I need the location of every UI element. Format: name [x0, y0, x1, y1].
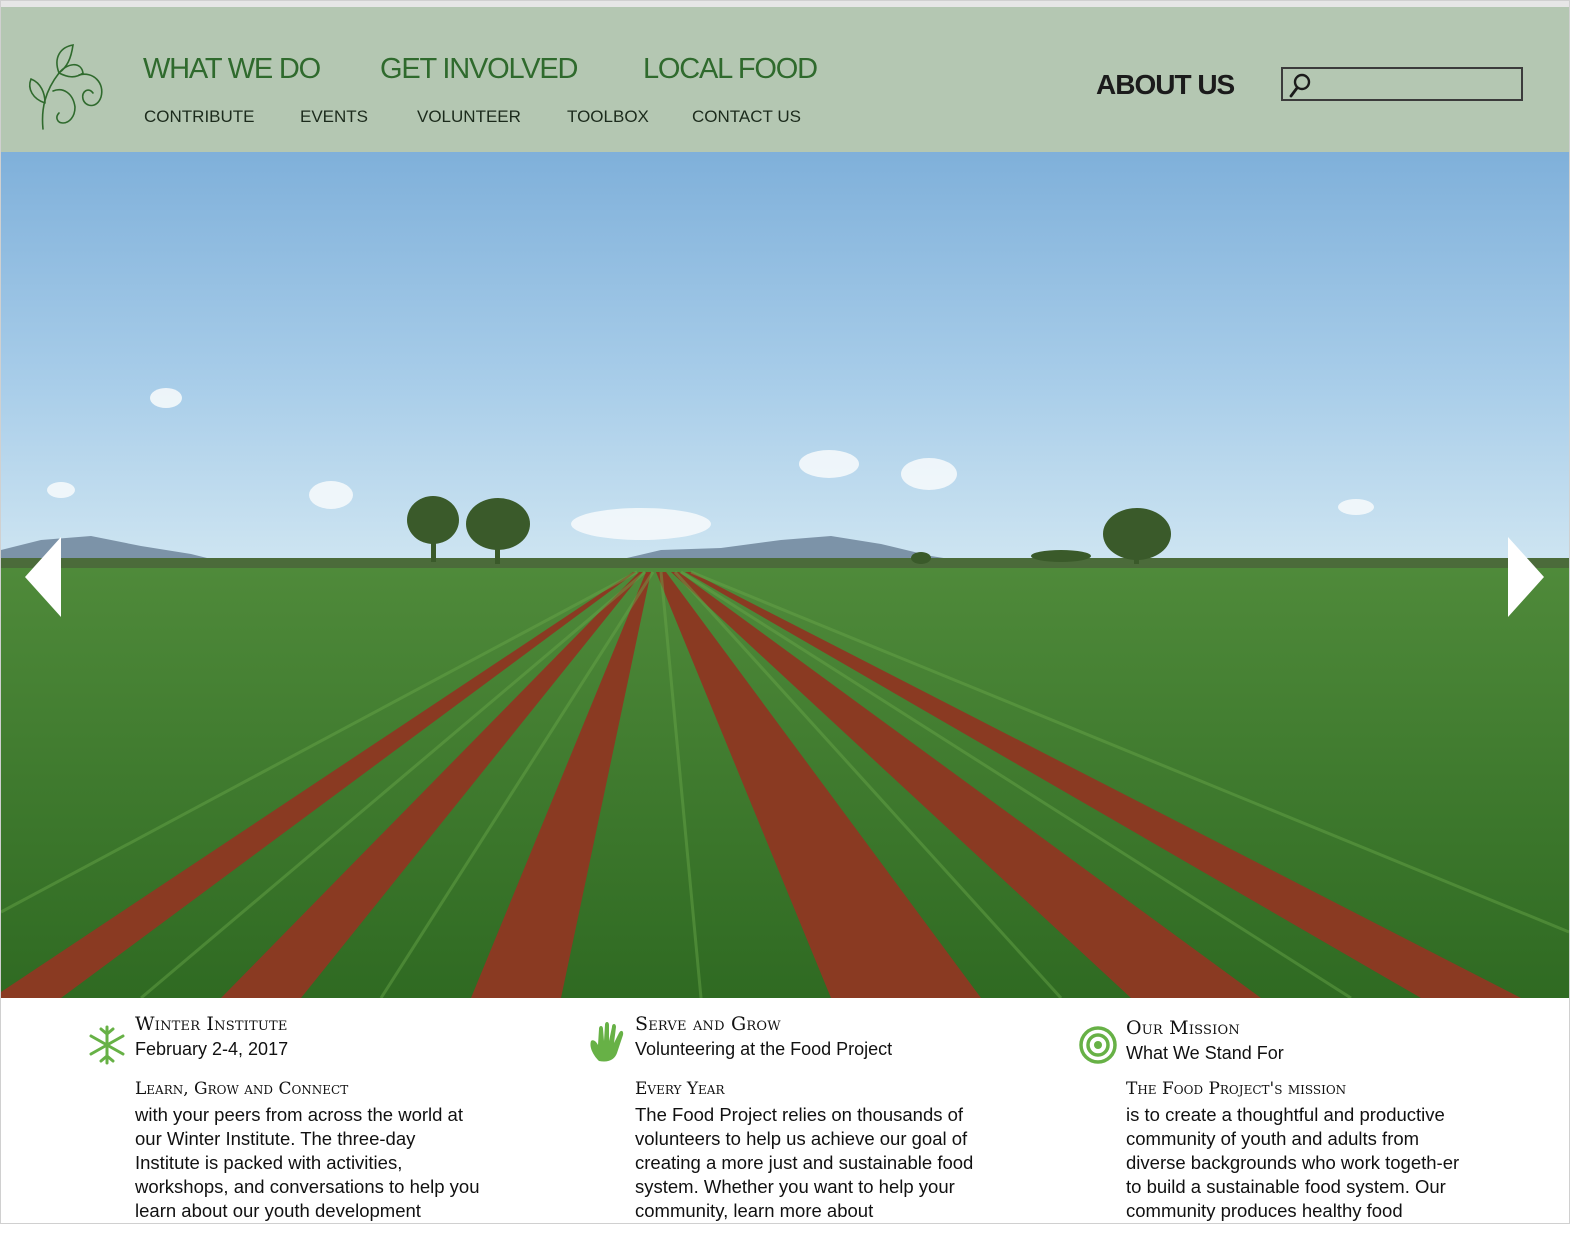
feature-heading: The Food Project's mission — [1126, 1079, 1347, 1099]
feature-title[interactable]: Winter Institute — [135, 1013, 288, 1035]
feature-subtitle: What We Stand For — [1126, 1043, 1284, 1063]
search-icon[interactable] — [1287, 71, 1313, 99]
browser-frame: WHAT WE DO GET INVOLVED LOCAL FOOD CONTR… — [0, 0, 1570, 1224]
sprout-logo-icon[interactable] — [23, 43, 107, 131]
nav-get-involved[interactable]: GET INVOLVED — [380, 53, 578, 86]
nav-local-food[interactable]: LOCAL FOOD — [643, 53, 818, 86]
feature-subtitle: February 2-4, 2017 — [135, 1039, 289, 1059]
site-header: WHAT WE DO GET INVOLVED LOCAL FOOD CONTR… — [1, 7, 1569, 152]
hero-image-farm-field — [1, 152, 1569, 998]
nav-about-us[interactable]: ABOUT US — [1096, 69, 1235, 101]
nav-contact-us[interactable]: CONTACT US — [692, 107, 801, 127]
nav-events[interactable]: EVENTS — [300, 107, 368, 127]
hand-icon — [590, 1022, 624, 1062]
feature-title[interactable]: Our Mission — [1126, 1017, 1240, 1039]
nav-volunteer[interactable]: VOLUNTEER — [417, 107, 521, 127]
nav-toolbox[interactable]: TOOLBOX — [567, 107, 649, 127]
nav-contribute[interactable]: CONTRIBUTE — [144, 107, 255, 127]
slide-prev-arrow[interactable] — [23, 535, 63, 619]
feature-body: is to create a thoughtful and productive… — [1126, 1104, 1460, 1221]
search-input[interactable] — [1317, 71, 1521, 99]
feature-body: The Food Project relies on thousands of … — [635, 1104, 974, 1221]
feature-subtitle: Volunteering at the Food Project — [635, 1039, 893, 1059]
feature-heading: Learn, Grow and Connect — [135, 1079, 349, 1099]
slide-next-arrow[interactable] — [1506, 535, 1546, 619]
snowflake-icon — [89, 1025, 125, 1065]
feature-title[interactable]: Serve and Grow — [635, 1013, 781, 1035]
hero-slideshow — [1, 152, 1569, 998]
feature-body: with your peers from across the world at… — [135, 1104, 480, 1221]
feature-heading: Every Year — [635, 1079, 725, 1099]
nav-what-we-do[interactable]: WHAT WE DO — [143, 53, 321, 86]
target-icon — [1079, 1026, 1117, 1064]
search-box[interactable] — [1281, 67, 1523, 101]
